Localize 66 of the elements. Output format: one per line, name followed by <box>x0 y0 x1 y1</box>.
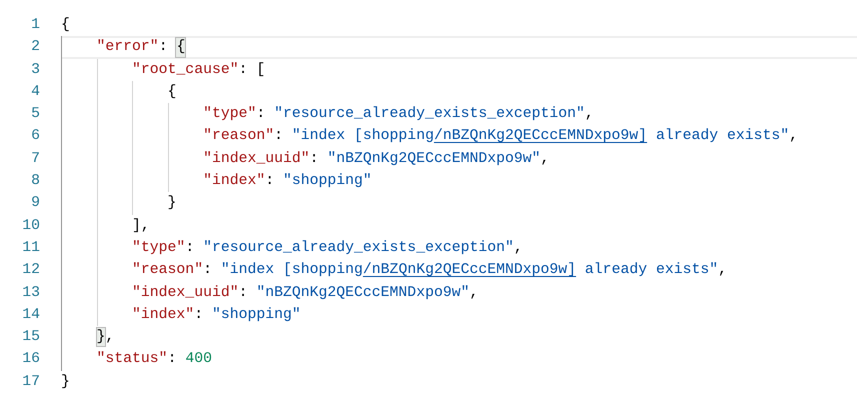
line-number: 7 <box>30 150 40 169</box>
json-punctuation: : <box>256 105 266 124</box>
json-punctuation: } <box>61 372 70 392</box>
matched-bracket: } <box>96 328 106 346</box>
json-punctuation: : <box>310 150 320 168</box>
json-punctuation: : <box>194 306 204 324</box>
json-key: "index_uuid" <box>203 150 310 168</box>
line-number: 6 <box>30 127 40 146</box>
json-punctuation: , <box>584 105 594 124</box>
json-punctuation: : <box>274 127 284 146</box>
json-punctuation: ], <box>132 216 150 235</box>
json-punctuation: } <box>168 194 176 213</box>
json-string: "index [shopping <box>220 261 363 280</box>
json-punctuation: , <box>105 328 114 346</box>
json-punctuation: : <box>238 284 248 302</box>
json-punctuation: : <box>158 38 169 57</box>
json-punctuation: { <box>168 82 176 102</box>
line-number: 14 <box>21 306 40 325</box>
line-number: 10 <box>21 216 40 236</box>
line-number: 2 <box>30 38 40 58</box>
json-key: "index" <box>203 172 266 190</box>
json-key: "status" <box>96 350 168 369</box>
json-key: "type" <box>203 105 256 124</box>
link[interactable]: /nBZQnKg2QECccEMNDxpo9w] <box>362 261 576 280</box>
line-number: 16 <box>21 350 40 370</box>
json-punctuation: { <box>61 16 70 34</box>
link[interactable]: /nBZQnKg2QECccEMNDxpo9w] <box>434 127 648 146</box>
json-punctuation: : [ <box>238 60 266 79</box>
line-number: 13 <box>21 284 40 303</box>
json-key: "reason" <box>203 127 274 146</box>
json-string: already exists" <box>654 127 790 146</box>
line-number: 12 <box>21 261 40 280</box>
json-string: "shopping" <box>212 306 301 324</box>
json-key: "root_cause" <box>132 60 239 79</box>
json-punctuation: : <box>185 238 196 258</box>
json-string: already exists" <box>584 261 718 280</box>
json-string: "nBZQnKg2QECccEMNDxpo9w" <box>327 150 541 168</box>
json-key: "index" <box>132 306 194 324</box>
line-number: 4 <box>30 82 40 102</box>
line-number: 9 <box>30 194 40 214</box>
json-string: "shopping" <box>283 172 372 190</box>
json-number: 400 <box>185 350 212 369</box>
json-punctuation: : <box>265 172 276 190</box>
json-punctuation: , <box>514 238 523 258</box>
json-key: "error" <box>96 38 159 57</box>
json-punctuation: : <box>168 350 178 369</box>
json-punctuation: , <box>469 284 478 302</box>
line-number: 17 <box>21 372 40 392</box>
json-key: "index_uuid" <box>132 284 239 302</box>
line-number: 8 <box>30 172 40 192</box>
json-punctuation: , <box>789 127 798 146</box>
json-string: "index [shopping <box>292 127 434 146</box>
line-number: 3 <box>30 60 40 80</box>
json-key: "type" <box>132 238 186 258</box>
json-string: "resource_already_exists_exception" <box>203 238 514 258</box>
line-number: 15 <box>21 328 40 348</box>
line-number: 5 <box>30 105 40 124</box>
line-number: 1 <box>30 16 40 35</box>
matched-bracket: { <box>176 38 186 57</box>
json-key: "reason" <box>132 261 204 280</box>
json-string: "resource_already_exists_exception" <box>274 105 585 124</box>
json-punctuation: : <box>203 261 213 280</box>
json-punctuation: , <box>718 261 728 280</box>
line-number: 11 <box>21 238 40 258</box>
json-string: "nBZQnKg2QECccEMNDxpo9w" <box>256 284 470 302</box>
json-punctuation: , <box>540 150 550 168</box>
